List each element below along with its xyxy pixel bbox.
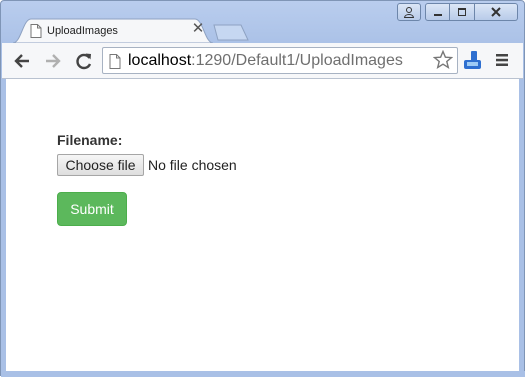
choose-file-button[interactable]: Choose file (57, 154, 144, 176)
forward-arrow-icon[interactable] (43, 51, 63, 71)
extension-icon[interactable] (462, 50, 483, 71)
user-icon[interactable] (397, 3, 421, 21)
submit-button[interactable]: Submit (57, 192, 127, 226)
browser-toolbar: localhost:1290/Default1/UploadImages (2, 43, 523, 79)
restore-icon[interactable] (450, 3, 475, 21)
url-path: :1290/Default1/UploadImages (191, 52, 403, 69)
url-text: localhost:1290/Default1/UploadImages (128, 52, 403, 70)
tab-close-icon[interactable]: ✕ (191, 21, 205, 37)
tab-strip: UploadImages ✕ (1, 1, 524, 43)
reload-icon[interactable] (74, 51, 94, 71)
url-host: localhost (128, 52, 192, 69)
close-icon[interactable] (475, 3, 518, 21)
page-icon (109, 54, 121, 69)
menu-icon[interactable] (495, 53, 509, 67)
minimize-icon[interactable] (425, 3, 450, 21)
page-content: Filename: Choose file No file chosen Sub… (6, 79, 519, 372)
filename-label: Filename: (57, 132, 123, 148)
star-icon[interactable] (432, 49, 454, 70)
tab-title: UploadImages (47, 25, 118, 37)
browser-tab[interactable]: UploadImages ✕ (13, 18, 213, 43)
back-arrow-icon[interactable] (12, 51, 32, 71)
window-bottom-frame (1, 371, 525, 377)
browser-window: UploadImages ✕ localhost:1290/Default1/U… (0, 0, 525, 377)
window-controls (397, 3, 518, 21)
document-icon (30, 24, 42, 38)
file-status-text: No file chosen (148, 157, 237, 173)
new-tab-button[interactable] (213, 24, 249, 41)
address-bar[interactable]: localhost:1290/Default1/UploadImages (102, 47, 458, 74)
